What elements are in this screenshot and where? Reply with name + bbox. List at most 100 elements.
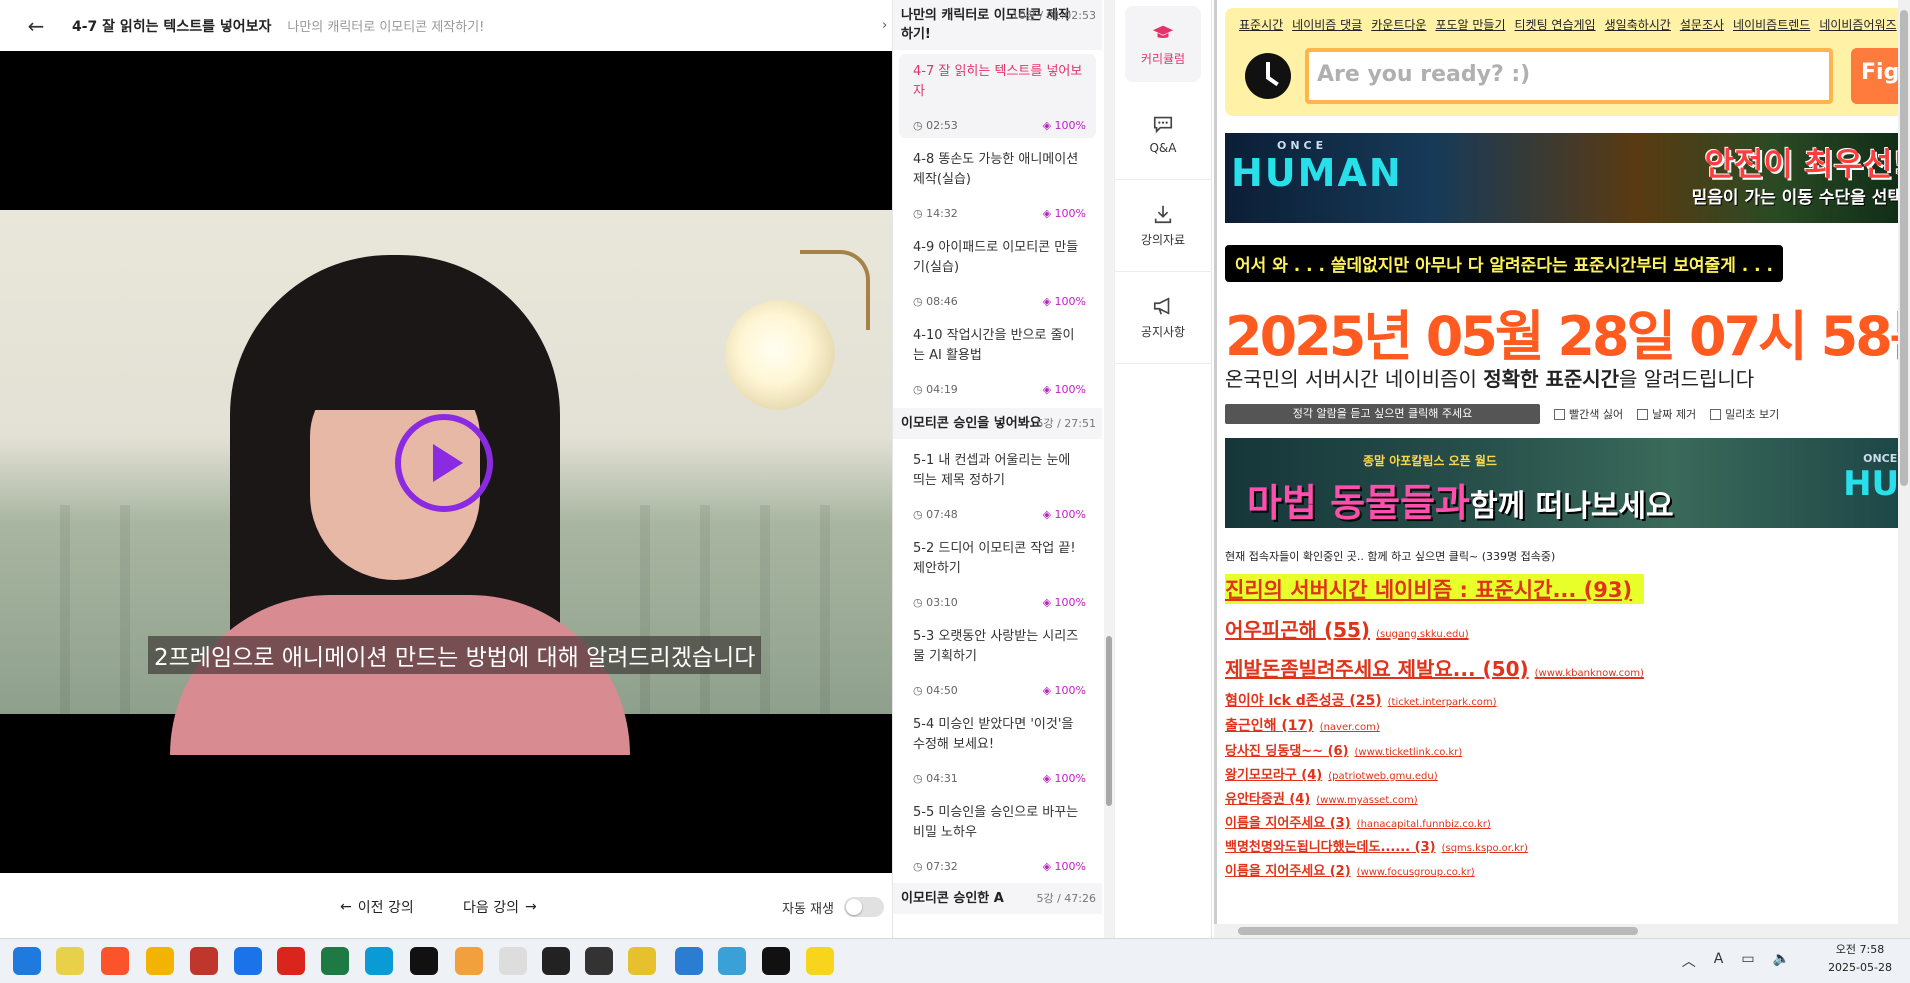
ready-input[interactable]: Are you ready? :) — [1305, 48, 1833, 104]
messenger-icon[interactable] — [234, 947, 262, 975]
top-link[interactable]: 네이비즘 댓글 — [1292, 18, 1362, 32]
prev-lecture-button[interactable]: ← 이전 강의 — [340, 897, 414, 917]
checkbox-remove-date[interactable]: 날짜 제거 — [1637, 406, 1696, 422]
lesson-progress: ◈ 100% — [1042, 860, 1086, 873]
excel-icon[interactable] — [321, 947, 349, 975]
lesson-duration: ◷ 04:50 — [913, 684, 958, 697]
side-menu-notice[interactable]: 공지사항 — [1115, 272, 1211, 364]
lesson-item[interactable]: 5-1 내 컨셉과 어울리는 눈에 띄는 제목 정하기 ◷ 07:48 ◈ 100% — [899, 443, 1096, 527]
banner-subtext: 믿음이 가는 이동 수단을 선택 — [1691, 188, 1903, 208]
visited-site-link[interactable]: 제발돈좀빌려주세요 제발요... (50) (www.kbanknow.com) — [1225, 653, 1644, 682]
lesson-progress: ◈ 100% — [1042, 684, 1086, 697]
autoplay-toggle[interactable] — [843, 897, 884, 917]
back-arrow-button[interactable]: ← — [0, 0, 72, 51]
paint-icon[interactable] — [499, 947, 527, 975]
visited-site-link[interactable]: 왕기모모라구 (4) (patriotweb.gmu.edu) — [1225, 764, 1644, 783]
lesson-progress: ◈ 100% — [1042, 772, 1086, 785]
top-links: 표준시간 네이비즘 댓글 카운트다운 포도알 만들기 티켓팅 연습게임 생일축하시간 설문조… — [1239, 16, 1906, 33]
lesson-item[interactable]: 4-7 잘 읽히는 텍스트를 넣어보자 ◷ 02:53 ◈ 100% — [899, 54, 1096, 138]
red-app-icon[interactable] — [190, 947, 218, 975]
top-link[interactable]: 생일축하시간 — [1605, 18, 1671, 32]
top-link[interactable]: 포도알 만들기 — [1435, 18, 1505, 32]
top-link[interactable]: 네이비즘트렌드 — [1733, 18, 1810, 32]
visited-site-link[interactable]: 혐이야 lck d존성공 (25) (ticket.interpark.com) — [1225, 690, 1644, 710]
top-link[interactable]: 티켓팅 연습게임 — [1515, 18, 1596, 32]
video-player[interactable]: 2프레임으로 애니메이션 만드는 방법에 대해 알려드리겠습니다 — [0, 51, 892, 873]
visited-site-link[interactable]: 이름을 지어주세요 (2) (www.focusgroup.co.kr) — [1225, 860, 1644, 879]
top-link[interactable]: 표준시간 — [1239, 18, 1283, 32]
visited-site-link[interactable]: 출근인해 (17) (naver.com) — [1225, 715, 1644, 735]
clock-time: 오전 7:58 — [1835, 943, 1885, 956]
chrome-icon[interactable] — [56, 947, 84, 975]
top-link[interactable]: 카운트다운 — [1371, 18, 1426, 32]
play-icon[interactable] — [395, 414, 493, 512]
windows-start-icon[interactable] — [13, 947, 41, 975]
visited-site-link[interactable]: 유안타증권 (4) (www.myasset.com) — [1225, 788, 1644, 807]
banner-small-text: 종말 아포칼립스 오픈 월드 — [1363, 454, 1497, 468]
clock[interactable]: 오전 7:58 2025-05-28 — [1828, 941, 1892, 977]
side-menu: 커리큘럼 Q&A 강의자료 공지사항 — [1114, 0, 1212, 938]
page-scrollbar[interactable] — [1898, 0, 1910, 938]
lesson-item[interactable]: 4-8 똥손도 가능한 애니메이션 제작(실습) ◷ 14:32 ◈ 100% — [899, 142, 1096, 226]
obs-icon[interactable] — [542, 947, 570, 975]
brave-icon[interactable] — [101, 947, 129, 975]
arrow-right-icon: → — [524, 899, 537, 915]
lesson-item[interactable]: 4-9 아이패드로 이모티콘 만들기(실습) ◷ 08:46 ◈ 100% — [899, 230, 1096, 314]
lesson-item[interactable]: 5-3 오랫동안 사랑받는 시리즈물 기획하기 ◷ 04:50 ◈ 100% — [899, 619, 1096, 703]
lesson-title: 5-2 드디어 이모티콘 작업 끝! 제안하기 — [913, 541, 1076, 576]
ad-banner-magic-animals[interactable]: 종말 아포칼립스 오픈 월드 마법 동물들과함께 떠나보세요 ONCEHUM — [1225, 438, 1910, 528]
top-link[interactable]: 네이비즘어워즈 — [1819, 18, 1896, 32]
arrow-left-icon: ← — [340, 899, 352, 915]
terminal-icon[interactable] — [585, 947, 613, 975]
notepad-icon[interactable] — [675, 947, 703, 975]
side-menu-label: 커리큘럼 — [1140, 51, 1186, 66]
ime-indicator[interactable]: A — [1714, 951, 1724, 971]
lesson-item[interactable]: 5-5 미승인을 승인으로 바꾸는 비밀 노하우 ◷ 07:32 ◈ 100% — [899, 795, 1096, 879]
visited-site-link[interactable]: 이름을 지어주세요 (3) (hanacapital.funnbiz.co.kr) — [1225, 812, 1644, 831]
visited-site-link[interactable]: 어우피곤해 (55) (sugang.skku.edu) — [1225, 614, 1644, 643]
autoplay-label: 자동 재생 — [782, 901, 834, 917]
curriculum-list: 나만의 캐릭터로 이모티콘 제작하기! 10강 / 01:02:53 4-7 잘… — [892, 0, 1102, 938]
lesson-duration: ◷ 07:48 — [913, 508, 958, 521]
alarm-button[interactable]: 정각 알람을 듣고 싶으면 클릭해 주세요 — [1225, 404, 1540, 424]
lesson-item[interactable]: 5-4 미승인 받았다면 '이것'을 수정해 보세요! ◷ 04:31 ◈ 100% — [899, 707, 1096, 791]
player-footer: ← 이전 강의 다음 강의 → 자동 재생 — [0, 873, 892, 938]
blender-icon[interactable] — [455, 947, 483, 975]
wall-lamp — [725, 300, 835, 410]
lesson-item[interactable]: 5-2 드디어 이모티콘 작업 끝! 제안하기 ◷ 03:10 ◈ 100% — [899, 531, 1096, 615]
lesson-item[interactable]: 4-10 작업시간을 반으로 줄이는 AI 활용법 ◷ 04:19 ◈ 100% — [899, 318, 1096, 402]
file-explorer-icon[interactable] — [146, 947, 174, 975]
clock-icon — [1245, 53, 1291, 99]
section-header[interactable]: 이모티콘 승인을 넣어봐요 5강 / 27:51 — [893, 408, 1102, 439]
ad-banner-once-human[interactable]: ONCE HUMAN 안전이 최우선! 믿음이 가는 이동 수단을 선택 — [1225, 133, 1910, 223]
side-menu-materials[interactable]: 강의자료 — [1115, 180, 1211, 272]
side-menu-curriculum[interactable]: 커리큘럼 — [1125, 6, 1201, 82]
snipping-tool-icon[interactable] — [365, 947, 393, 975]
visited-site-link[interactable]: 당사진 딩동댕~~ (6) (www.ticketlink.co.kr) — [1225, 740, 1644, 759]
horizontal-scrollbar[interactable] — [1214, 924, 1898, 938]
section-header[interactable]: 나만의 캐릭터로 이모티콘 제작하기! 10강 / 01:02:53 — [893, 0, 1102, 50]
side-menu-qna[interactable]: Q&A — [1115, 88, 1211, 180]
lesson-progress: ◈ 100% — [1042, 207, 1086, 220]
network-icon[interactable]: ▭ — [1741, 951, 1754, 971]
curriculum-scrollbar[interactable] — [1104, 0, 1114, 938]
visited-site-link[interactable]: 진리의 서버시간 네이비즘 : 표준시간... (93) — [1225, 574, 1644, 604]
section-title: 이모티콘 승인한 A — [901, 891, 1004, 906]
collapse-panel-chevron-icon[interactable]: › — [882, 18, 896, 38]
banner-headline: 마법 동물들과함께 떠나보세요 — [1247, 481, 1674, 525]
acrobat-icon[interactable] — [277, 947, 305, 975]
section-header[interactable]: 이모티콘 승인한 A 5강 / 47:26 — [893, 883, 1102, 914]
next-lecture-button[interactable]: 다음 강의 → — [463, 897, 537, 917]
paint-splash-icon[interactable] — [762, 947, 790, 975]
checkbox-no-red[interactable]: 빨간색 싫어 — [1554, 406, 1623, 422]
kakaotalk-icon[interactable] — [806, 947, 834, 975]
sticky-notes-icon[interactable] — [628, 947, 656, 975]
notion-icon[interactable] — [410, 947, 438, 975]
visited-site-link[interactable]: 백명천명와도됩니다했는데도...... (3) (sqms.kspo.or.kr) — [1225, 836, 1644, 855]
maps-icon[interactable] — [718, 947, 746, 975]
checkbox-show-ms[interactable]: 밀리초 보기 — [1710, 406, 1779, 422]
top-link[interactable]: 설문조사 — [1680, 18, 1724, 32]
chevron-up-icon[interactable]: ︿ — [1682, 951, 1696, 971]
volume-icon[interactable]: 🔈 — [1773, 951, 1790, 971]
lesson-duration: ◷ 07:32 — [913, 860, 958, 873]
